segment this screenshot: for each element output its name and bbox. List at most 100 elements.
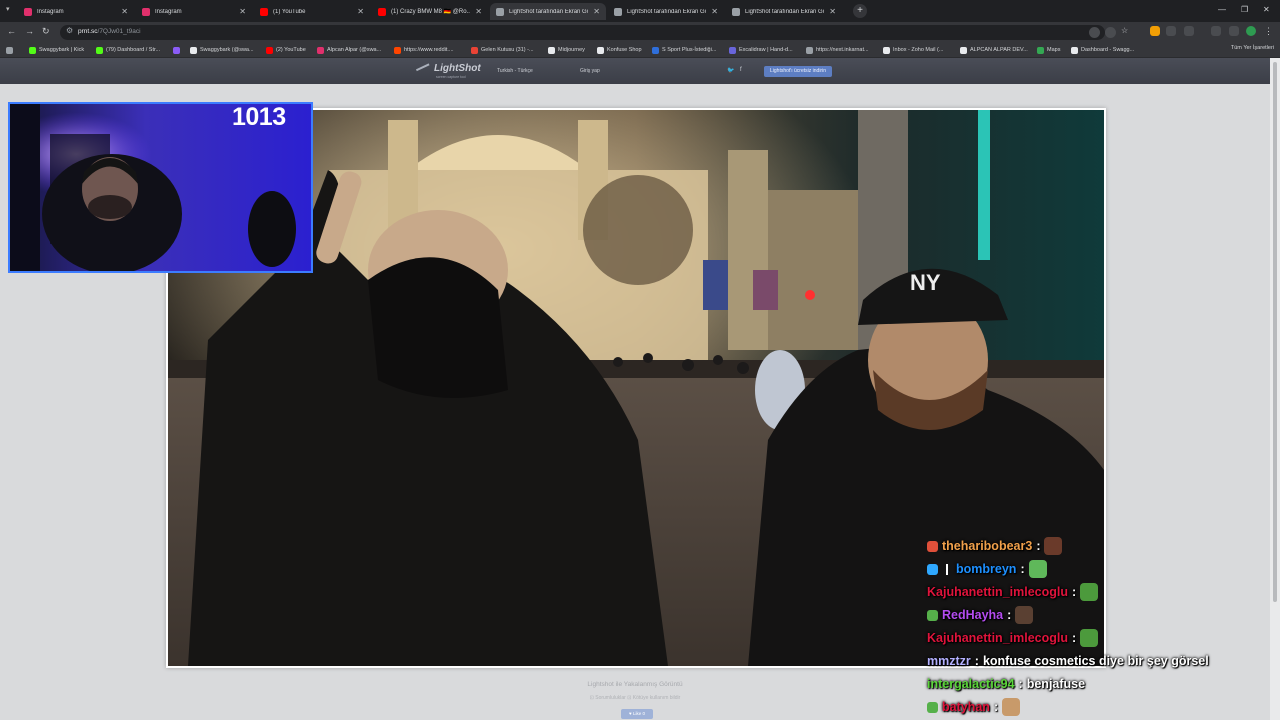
- chat-separator: :: [1020, 562, 1025, 576]
- feather-icon: [614, 7, 622, 16]
- tab-title: LightShot tarafından Ekran Gör...: [745, 8, 825, 15]
- downloads-icon[interactable]: [1211, 26, 1221, 36]
- site-info-icon[interactable]: ⚙: [66, 26, 73, 35]
- bookmark-favicon-icon: [190, 46, 197, 54]
- bookmark-label: Dashboard - Swagg...: [1081, 47, 1135, 53]
- bookmark-item[interactable]: Swaggybark | Kick: [29, 45, 84, 55]
- profile-avatar[interactable]: [1246, 26, 1256, 36]
- chat-message: Kajuhanettin_imlecoglu:: [927, 582, 1099, 602]
- chat-badge-icon: [927, 540, 938, 552]
- tab-close-icon[interactable]: ✕: [475, 7, 482, 16]
- twitter-icon[interactable]: 🐦: [727, 67, 734, 74]
- bookmark-favicon-icon: [96, 46, 103, 54]
- chat-message: bombreyn:: [927, 559, 1047, 579]
- like-button[interactable]: ♥ Like 0: [621, 709, 653, 719]
- menu-kebab-icon[interactable]: ⋮: [1264, 26, 1273, 37]
- maximize-icon[interactable]: ❐: [1241, 5, 1248, 14]
- reload-icon[interactable]: ↻: [42, 26, 50, 37]
- address-bar[interactable]: ⚙ prnt.sc/7QJw01_t9aci ☆: [60, 25, 1128, 40]
- bookmark-item[interactable]: Inbox - Zoho Mail (...: [883, 45, 943, 55]
- lightshot-logo[interactable]: LightShot: [434, 63, 481, 74]
- instagram-icon: [24, 7, 32, 16]
- bookmark-favicon-icon: [394, 46, 401, 54]
- browser-tab[interactable]: Instagram ✕: [18, 3, 134, 20]
- download-lightshot-button[interactable]: Lightshot'ı ücretsiz indirin: [764, 66, 832, 77]
- bookmark-item[interactable]: ALPCAN ALPAR DEV...: [960, 45, 1028, 55]
- browser-tab[interactable]: Instagram ✕: [136, 3, 252, 20]
- bookmark-item[interactable]: Gelen Kutusu (31) -...: [471, 45, 534, 55]
- new-tab-button[interactable]: +: [853, 4, 867, 18]
- bookmark-item[interactable]: Konfuse Shop: [597, 45, 642, 55]
- bookmark-item[interactable]: https://www.reddit....: [394, 45, 454, 55]
- login-link[interactable]: Giriş yap: [580, 68, 600, 74]
- tab-close-icon[interactable]: ✕: [829, 7, 836, 16]
- page-scrollbar[interactable]: [1270, 58, 1280, 720]
- tab-search-icon[interactable]: ▾: [6, 5, 10, 13]
- browser-tab[interactable]: LightShot tarafından Ekran Gör... ✕: [726, 3, 842, 20]
- cast-icon[interactable]: [1105, 27, 1116, 38]
- extension-icon[interactable]: [1166, 26, 1176, 36]
- tab-close-icon[interactable]: ✕: [357, 7, 364, 16]
- lens-icon[interactable]: [1089, 27, 1100, 38]
- bookmark-item[interactable]: Swaggybark (@swa...: [190, 45, 254, 55]
- bookmark-item[interactable]: (2) YouTube: [266, 45, 306, 55]
- chat-separator: :: [1018, 677, 1023, 691]
- bookmark-label: Swaggybark (@swa...: [200, 47, 254, 53]
- chat-message: RedHayha:: [927, 605, 1034, 625]
- bookmarks-bar: Swaggybark | Kick (79) Dashboard / Str...…: [0, 42, 1280, 58]
- back-icon[interactable]: ←: [7, 26, 16, 36]
- bookmark-star-icon[interactable]: ☆: [1121, 26, 1132, 37]
- chat-separator: :: [974, 654, 979, 668]
- tab-close-icon[interactable]: ✕: [593, 7, 600, 16]
- browser-tab[interactable]: (1) YouTube ✕: [254, 3, 370, 20]
- bookmark-item[interactable]: Maps: [1037, 45, 1060, 55]
- bookmark-favicon-icon: [806, 46, 813, 54]
- language-selector[interactable]: Turkish - Türkçe: [497, 68, 533, 74]
- browser-tab[interactable]: LightShot tarafından Ekran Gör... ✕: [490, 3, 606, 20]
- reading-list-icon[interactable]: [1229, 26, 1239, 36]
- chat-username: intergalactic94: [927, 677, 1015, 691]
- svg-text:NY: NY: [910, 270, 941, 295]
- extensions-puzzle-icon[interactable]: [1184, 26, 1194, 36]
- bookmark-item[interactable]: Dashboard - Swagg...: [1071, 45, 1134, 55]
- chat-emote-icon: [1080, 629, 1099, 647]
- chat-message-text: konfuse cosmetics diye bir şey görsel: [982, 654, 1209, 668]
- tab-close-icon[interactable]: ✕: [121, 7, 128, 16]
- chat-separator: :: [1072, 631, 1077, 645]
- bookmark-item[interactable]: Excalidraw | Hand-d...: [729, 45, 793, 55]
- screenshot-caption-links[interactable]: ⊡ Sorumluluklar ⊡ Kötüye kullanım bildir: [0, 695, 1270, 701]
- bookmark-item[interactable]: https://next.inkarnat...: [806, 45, 869, 55]
- chat-message: Kajuhanettin_imlecoglu:: [927, 628, 1099, 648]
- chat-username: RedHayha: [942, 608, 1004, 622]
- bookmark-item[interactable]: Midjourney: [548, 45, 585, 55]
- youtube-icon: [260, 7, 268, 16]
- chat-message: theharibobear3:: [927, 536, 1063, 556]
- all-bookmarks-link[interactable]: Tüm Yer İşaretleri: [1231, 45, 1274, 51]
- bookmark-favicon-icon: [173, 46, 180, 54]
- forward-icon[interactable]: →: [25, 26, 34, 36]
- chat-emote-icon: [1028, 560, 1047, 578]
- chat-message: intergalactic94: benjafuse: [927, 674, 1085, 694]
- bookmark-item[interactable]: S Sport Plus-İstediği...: [652, 45, 716, 55]
- chat-separator: :: [1072, 585, 1077, 599]
- scrollbar-thumb[interactable]: [1273, 62, 1277, 602]
- chat-emote-icon: [1080, 583, 1099, 601]
- minimize-icon[interactable]: —: [1218, 5, 1226, 14]
- bookmark-item[interactable]: (79) Dashboard / Str...: [96, 45, 160, 55]
- browser-tab[interactable]: (1) Crazy BMW M8 🇩🇪 @Ro... ✕: [372, 3, 488, 20]
- youtube-icon: [378, 7, 386, 16]
- chat-username: batyhan: [942, 700, 990, 714]
- bookmark-item[interactable]: Alpcan Alpar (@swa...: [317, 45, 381, 55]
- bookmark-label: (2) YouTube: [276, 47, 306, 53]
- close-window-icon[interactable]: ✕: [1263, 5, 1270, 14]
- extension-icon[interactable]: [1150, 26, 1160, 36]
- bookmark-favicon-icon: [317, 46, 324, 54]
- apps-grid-icon[interactable]: [6, 45, 13, 55]
- bookmark-item[interactable]: [173, 45, 183, 55]
- tab-close-icon[interactable]: ✕: [711, 7, 718, 16]
- browser-tab[interactable]: LightShot tarafından Ekran Gör... ✕: [608, 3, 724, 20]
- chat-username: Kajuhanettin_imlecoglu: [927, 631, 1068, 645]
- facebook-icon[interactable]: f: [740, 67, 742, 73]
- tab-close-icon[interactable]: ✕: [239, 7, 246, 16]
- bookmark-label: https://next.inkarnat...: [816, 47, 869, 53]
